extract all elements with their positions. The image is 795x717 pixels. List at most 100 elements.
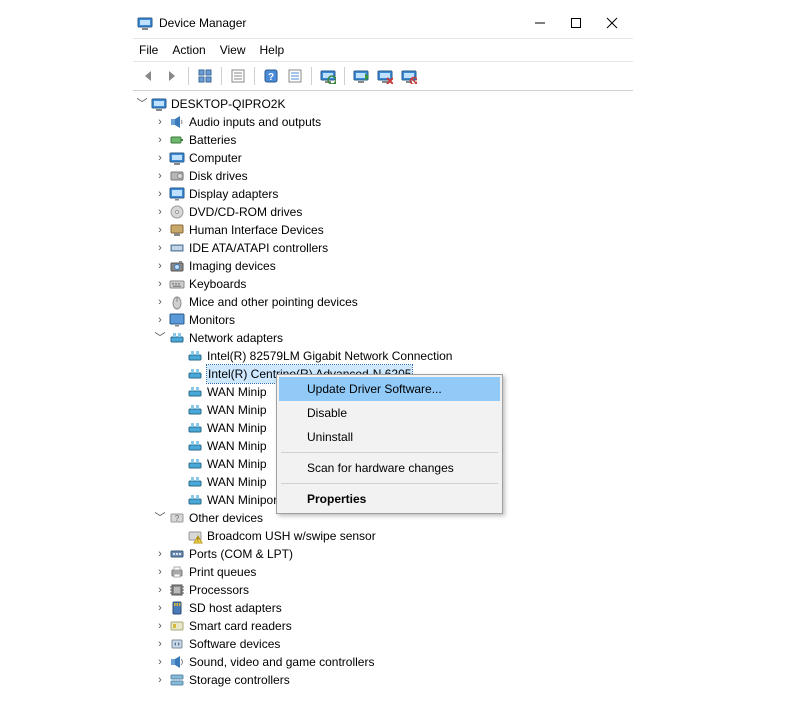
action-list-button[interactable] <box>284 65 306 87</box>
toolbar-separator <box>311 67 312 85</box>
tree-category-label: Imaging devices <box>189 257 276 275</box>
forward-button[interactable] <box>161 65 183 87</box>
tree-category[interactable]: ›Human Interface Devices <box>135 221 631 239</box>
toolbar-separator <box>344 67 345 85</box>
menu-view[interactable]: View <box>220 43 246 57</box>
expand-toggle[interactable]: › <box>153 187 167 201</box>
tree-category[interactable]: ›SD host adapters <box>135 599 631 617</box>
tree-category[interactable]: › Computer <box>135 149 631 167</box>
minimize-button[interactable] <box>533 16 547 30</box>
expand-toggle[interactable]: › <box>153 133 167 147</box>
tree-category[interactable]: ›Display adapters <box>135 185 631 203</box>
tree-category[interactable]: ›IDE ATA/ATAPI controllers <box>135 239 631 257</box>
expand-toggle[interactable]: › <box>153 223 167 237</box>
expand-toggle[interactable]: › <box>153 295 167 309</box>
tree-category-label: Software devices <box>189 635 280 653</box>
tree-category[interactable]: › Storage controllers <box>135 671 631 689</box>
help-button[interactable] <box>260 65 282 87</box>
tree-category[interactable]: ›DVD/CD-ROM drives <box>135 203 631 221</box>
expand-toggle[interactable]: › <box>153 115 167 129</box>
audio-icon <box>169 114 185 130</box>
menu-action[interactable]: Action <box>172 43 205 57</box>
tree-device[interactable]: Intel(R) 82579LM Gigabit Network Connect… <box>135 347 631 365</box>
maximize-button[interactable] <box>569 16 583 30</box>
expand-toggle[interactable]: › <box>153 673 167 687</box>
tree-category-label: Ports (COM & LPT) <box>189 545 293 563</box>
expand-toggle[interactable]: › <box>153 151 167 165</box>
tree-category[interactable]: ﹀Network adapters <box>135 329 631 347</box>
tree-category[interactable]: › Software devices <box>135 635 631 653</box>
titlebar: Device Manager <box>133 8 633 38</box>
expand-toggle[interactable]: › <box>153 277 167 291</box>
expand-toggle[interactable]: ﹀ <box>153 511 167 525</box>
storage-icon <box>169 672 185 688</box>
tree-root[interactable]: ﹀ DESKTOP-QIPRO2K <box>135 95 631 113</box>
expand-toggle[interactable]: › <box>153 637 167 651</box>
tree-category[interactable]: › Ports (COM & LPT) <box>135 545 631 563</box>
monitor-icon <box>169 312 185 328</box>
expand-toggle[interactable]: › <box>153 205 167 219</box>
expand-toggle[interactable]: › <box>153 601 167 615</box>
tree-category[interactable]: › Disk drives <box>135 167 631 185</box>
expand-toggle[interactable]: › <box>153 655 167 669</box>
uninstall-button[interactable] <box>374 65 396 87</box>
context-menu-item[interactable]: Disable <box>279 401 500 425</box>
sd-icon <box>169 600 185 616</box>
tree-device-label: Broadcom USH w/swipe sensor <box>207 527 376 545</box>
battery-icon <box>169 132 185 148</box>
mouse-icon <box>169 294 185 310</box>
show-hide-console-button[interactable] <box>194 65 216 87</box>
scan-hardware-button[interactable] <box>317 65 339 87</box>
expand-toggle[interactable]: › <box>153 583 167 597</box>
tree-category[interactable]: ›Mice and other pointing devices <box>135 293 631 311</box>
properties-button[interactable] <box>227 65 249 87</box>
expand-toggle[interactable]: › <box>153 547 167 561</box>
context-menu-item[interactable]: Scan for hardware changes <box>279 456 500 480</box>
menu-help[interactable]: Help <box>260 43 285 57</box>
tree-category[interactable]: ›Processors <box>135 581 631 599</box>
menu-file[interactable]: File <box>139 43 158 57</box>
network-icon <box>187 402 203 418</box>
tree-category-label: Storage controllers <box>189 671 290 689</box>
back-button[interactable] <box>137 65 159 87</box>
menubar: File Action View Help <box>133 38 633 62</box>
expand-toggle[interactable]: › <box>153 169 167 183</box>
cpu-icon <box>169 582 185 598</box>
tree-category-label: Computer <box>189 149 242 167</box>
tree-root-label: DESKTOP-QIPRO2K <box>171 95 285 113</box>
tree-category-label: Monitors <box>189 311 235 329</box>
tree-category-label: Smart card readers <box>189 617 292 635</box>
display-icon <box>169 186 185 202</box>
expand-toggle[interactable]: › <box>153 241 167 255</box>
expand-toggle[interactable]: › <box>153 619 167 633</box>
tree-category-label: Disk drives <box>189 167 248 185</box>
context-menu-item[interactable]: Properties <box>279 487 500 511</box>
tree-category[interactable]: ›Batteries <box>135 131 631 149</box>
computer-icon <box>169 150 185 166</box>
expand-toggle[interactable]: › <box>153 565 167 579</box>
close-button[interactable] <box>605 16 619 30</box>
disable-button[interactable] <box>398 65 420 87</box>
tree-category[interactable]: ›Keyboards <box>135 275 631 293</box>
tree-category[interactable]: › Monitors <box>135 311 631 329</box>
tree-category[interactable]: ›Sound, video and game controllers <box>135 653 631 671</box>
update-driver-button[interactable] <box>350 65 372 87</box>
expand-toggle[interactable]: › <box>153 313 167 327</box>
tree-category[interactable]: › Imaging devices <box>135 257 631 275</box>
network-icon <box>187 384 203 400</box>
tree-device-label: WAN Minip <box>207 455 267 473</box>
expand-toggle[interactable]: ﹀ <box>153 331 167 345</box>
keyboard-icon <box>169 276 185 292</box>
tree-category[interactable]: ›Audio inputs and outputs <box>135 113 631 131</box>
expand-toggle[interactable]: ﹀ <box>135 97 149 111</box>
app-icon <box>137 15 153 31</box>
tree-device[interactable]: Broadcom USH w/swipe sensor <box>135 527 631 545</box>
tree-device-label: Intel(R) 82579LM Gigabit Network Connect… <box>207 347 452 365</box>
tree-category[interactable]: ›Print queues <box>135 563 631 581</box>
tree-category[interactable]: › Smart card readers <box>135 617 631 635</box>
context-menu: Update Driver Software...DisableUninstal… <box>276 374 503 514</box>
network-icon <box>187 474 203 490</box>
expand-toggle[interactable]: › <box>153 259 167 273</box>
context-menu-item[interactable]: Uninstall <box>279 425 500 449</box>
context-menu-item[interactable]: Update Driver Software... <box>279 377 500 401</box>
